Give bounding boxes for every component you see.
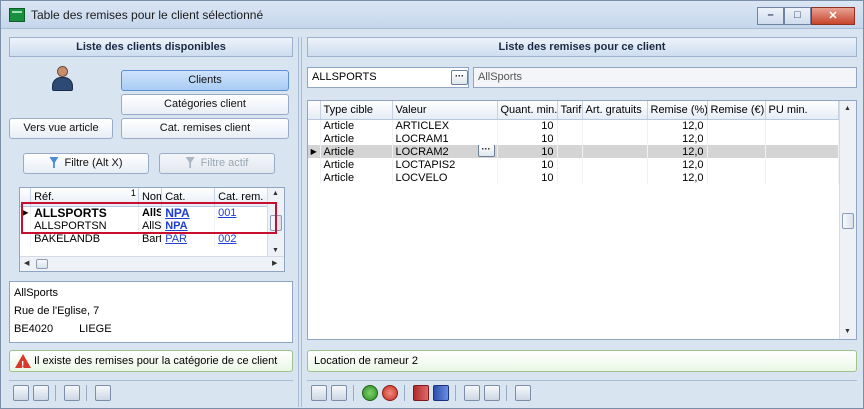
- paste-icon[interactable]: [484, 384, 500, 401]
- client-categories-button[interactable]: Catégories client: [121, 94, 289, 115]
- active-filter-button: Filtre actif: [159, 153, 275, 174]
- warning-text: Il existe des remises pour la catégorie …: [34, 355, 278, 367]
- window-title: Table des remises pour le client sélecti…: [31, 8, 264, 22]
- filter-button-label: Filtre (Alt X): [64, 157, 123, 169]
- clients-horizontal-scrollbar[interactable]: ◀ ▶: [20, 256, 284, 271]
- cell-remise-pct: 12,0: [647, 132, 708, 145]
- highlight-frame: [21, 202, 277, 234]
- cell-cat-rem-link[interactable]: 002: [214, 232, 268, 246]
- column-header-remise-pct[interactable]: Remise (%): [647, 101, 708, 120]
- maximize-button[interactable]: □: [784, 7, 811, 25]
- table-row[interactable]: Article LOCRAM1 10 12,0: [308, 132, 839, 145]
- cell-ref: BAKELANDB: [30, 232, 139, 246]
- to-article-view-button[interactable]: Vers vue article: [9, 118, 113, 139]
- cell-valeur: LOCVELO: [392, 171, 498, 184]
- discounts-panel: Liste des remises pour ce client ALLSPOR…: [307, 37, 857, 407]
- cell-type: Article: [320, 158, 393, 171]
- close-button[interactable]: ✕: [811, 7, 855, 25]
- column-header-art-gratuits[interactable]: Art. gratuits: [582, 101, 648, 120]
- address-city: LIEGE: [79, 323, 112, 335]
- cell-remise-pct: 12,0: [647, 158, 708, 171]
- filter-icon: [49, 157, 59, 168]
- pin-icon[interactable]: [64, 384, 80, 401]
- address-street: Rue de l'Eglise, 7: [14, 305, 100, 317]
- close-icon: ✕: [828, 10, 838, 22]
- client-lookup-button[interactable]: ···: [451, 70, 468, 85]
- column-header-quant-min[interactable]: Quant. min.: [497, 101, 558, 120]
- active-filter-label: Filtre actif: [200, 157, 249, 169]
- column-header-tarif[interactable]: Tarif: [557, 101, 583, 120]
- active-filter-icon: [185, 157, 195, 168]
- address-name: AllSports: [14, 287, 59, 299]
- pen-icon[interactable]: [515, 384, 531, 401]
- column-header-valeur[interactable]: Valeur: [392, 101, 498, 120]
- clients-panel: Liste des clients disponibles Clients Ca…: [9, 37, 293, 407]
- cell-valeur: LOCRAM1: [392, 132, 498, 145]
- add-icon[interactable]: [362, 384, 378, 401]
- discount-table-window: Table des remises pour le client sélecti…: [0, 0, 864, 409]
- copy-icon[interactable]: [464, 384, 480, 401]
- table-row[interactable]: Article LOCTAPIS2 10 12,0: [308, 158, 839, 171]
- discounts-toolbar: [307, 380, 857, 404]
- app-icon: [9, 8, 25, 22]
- cell-type: Article: [320, 171, 393, 184]
- cell-quant-min: 10: [497, 132, 558, 145]
- clients-button[interactable]: Clients: [121, 70, 289, 91]
- cell-type: Article: [320, 119, 393, 132]
- cell-type: Article: [320, 132, 393, 145]
- cell-quant-min: 10: [497, 171, 558, 184]
- panel-splitter[interactable]: [298, 37, 302, 407]
- cell-valeur: LOCTAPIS2: [392, 158, 498, 171]
- clients-toolbar: [9, 380, 293, 404]
- client-avatar-icon: [51, 66, 73, 92]
- filter-button[interactable]: Filtre (Alt X): [23, 153, 149, 174]
- valeur-lookup-button[interactable]: ···: [477, 145, 495, 157]
- clients-panel-header: Liste des clients disponibles: [9, 37, 293, 57]
- blue-book-icon[interactable]: [433, 384, 449, 401]
- discounts-panel-header: Liste des remises pour ce client: [307, 37, 857, 57]
- save-icon[interactable]: [311, 384, 327, 401]
- cell-remise-pct: 12,0: [647, 171, 708, 184]
- paste-icon[interactable]: [33, 384, 49, 401]
- discount-description-box: Location de rameur 2: [307, 350, 857, 372]
- column-header-type[interactable]: Type cible: [320, 101, 393, 120]
- cell-quant-min: 10: [497, 145, 558, 158]
- maximize-icon: □: [794, 9, 801, 21]
- grid-corner: [308, 101, 321, 120]
- address-postcode: BE4020: [14, 323, 54, 335]
- cell-quant-min: 10: [497, 119, 558, 132]
- red-book-icon[interactable]: [413, 384, 429, 401]
- table-row[interactable]: Article LOCVELO 10 12,0: [308, 171, 839, 184]
- row-indicator-icon: ▶: [308, 145, 321, 158]
- column-header-remise-eur[interactable]: Remise (€): [707, 101, 766, 120]
- discount-warning: Il existe des remises pour la catégorie …: [9, 350, 293, 376]
- column-header-pu-min[interactable]: PU min.: [765, 101, 839, 120]
- client-code-field[interactable]: ALLSPORTS: [307, 67, 469, 88]
- signature-icon[interactable]: [95, 384, 111, 401]
- disk-icon[interactable]: [331, 384, 347, 401]
- table-row[interactable]: Article ARTICLEX 10 12,0: [308, 119, 839, 132]
- delete-icon[interactable]: [382, 384, 398, 401]
- client-address-box: AllSports Rue de l'Eglise, 7 BE4020 LIEGE: [9, 281, 293, 343]
- minimize-button[interactable]: –: [757, 7, 784, 25]
- cell-valeur: ARTICLEX: [392, 119, 498, 132]
- cell-remise-pct: 12,0: [647, 119, 708, 132]
- title-bar: Table des remises pour le client sélecti…: [1, 1, 863, 29]
- cell-quant-min: 10: [497, 158, 558, 171]
- client-name-field: AllSports: [473, 67, 857, 88]
- cell-remise-pct: 12,0: [647, 145, 708, 158]
- warning-icon: [15, 354, 31, 376]
- cell-type: Article: [320, 145, 393, 158]
- minimize-icon: –: [767, 9, 774, 21]
- copy-icon[interactable]: [13, 384, 29, 401]
- client-discount-categories-button[interactable]: Cat. remises client: [121, 118, 289, 139]
- table-row[interactable]: BAKELANDB Bart I PAR 002: [20, 232, 268, 246]
- cell-cat-link[interactable]: PAR: [161, 232, 216, 246]
- table-row-selected[interactable]: ▶ Article LOCRAM2 ··· 10 12,0: [308, 145, 839, 158]
- discounts-grid[interactable]: Type cible Valeur Quant. min. Tarif Art.…: [307, 100, 857, 340]
- cell-valeur[interactable]: LOCRAM2 ···: [392, 145, 498, 158]
- cell-nom: Bart I: [138, 232, 163, 246]
- discounts-vertical-scrollbar[interactable]: ▲ ▼: [839, 101, 856, 339]
